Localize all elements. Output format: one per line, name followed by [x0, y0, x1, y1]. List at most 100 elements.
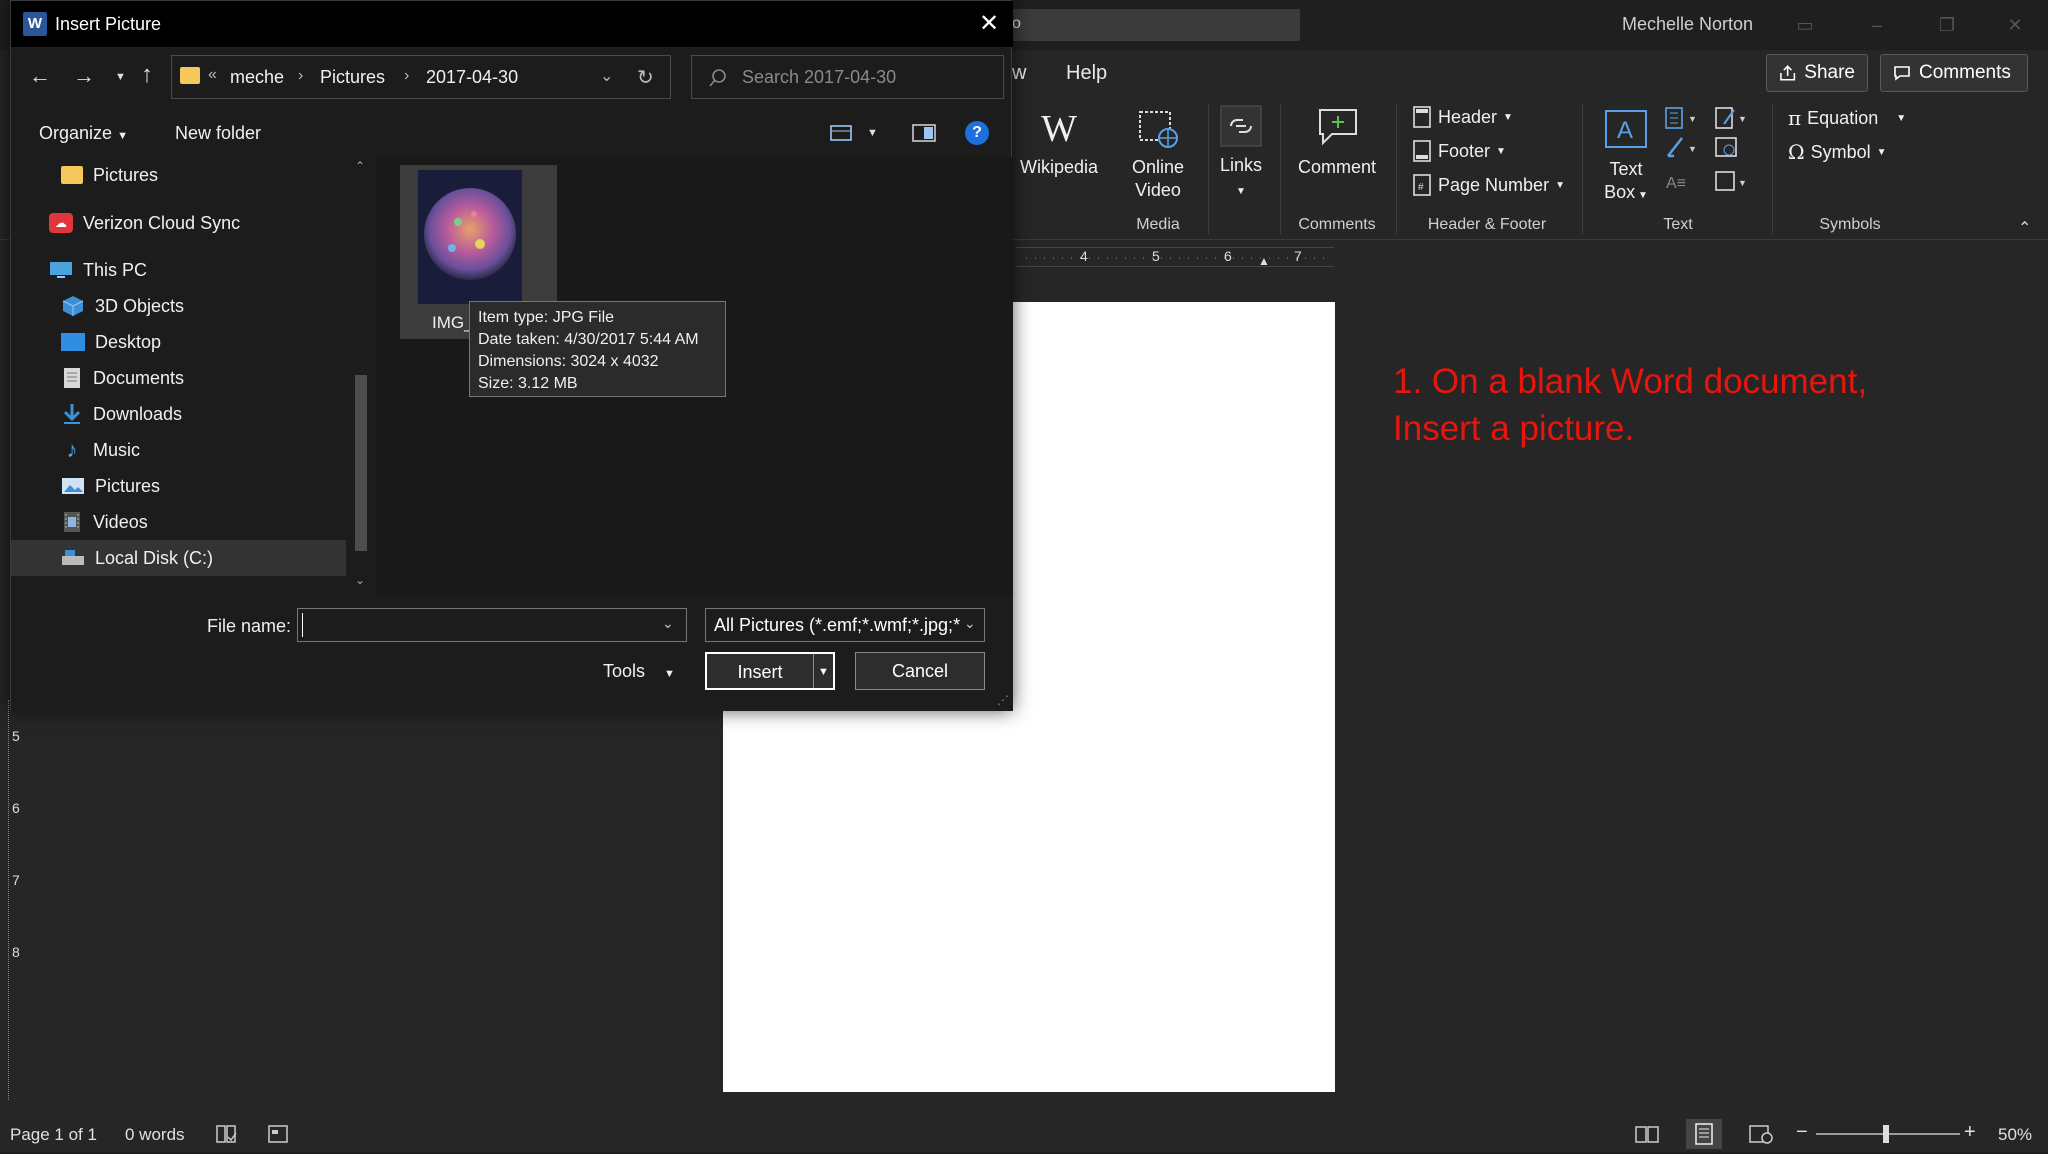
nav-item-pictures-pinned[interactable]: Pictures — [11, 157, 341, 193]
comment-button[interactable]: Comment — [1290, 106, 1384, 179]
text-tools-icons[interactable]: ▼ ▼ ▼ A≡ ▼ — [1664, 104, 1764, 214]
zoom-slider-thumb[interactable] — [1883, 1125, 1889, 1143]
links-dropdown-icon[interactable]: ▼ — [1236, 186, 1246, 197]
tools-button[interactable]: Tools ▼ — [603, 661, 675, 682]
word-count[interactable]: 0 words — [125, 1125, 185, 1145]
collapse-ribbon-icon[interactable]: ⌃ — [2018, 218, 2031, 238]
zoom-out-icon[interactable]: − — [1796, 1121, 1808, 1144]
zoom-in-icon[interactable]: + — [1964, 1121, 1976, 1144]
nav-item-label: Pictures — [95, 475, 161, 496]
change-view-icon[interactable] — [829, 123, 853, 143]
web-layout-icon[interactable] — [1748, 1123, 1774, 1145]
comments-label: Comments — [1919, 62, 2011, 83]
svg-text:▼: ▼ — [1688, 144, 1697, 154]
dialog-close-icon[interactable]: ✕ — [979, 9, 999, 38]
text-box-button[interactable]: A Text Box ▼ — [1598, 108, 1654, 207]
comments-icon — [1894, 66, 1910, 81]
scroll-up-icon[interactable]: ⌃ — [355, 159, 365, 173]
horizontal-ruler[interactable]: 4 5 6 7 ▲ — [1016, 247, 1334, 268]
nav-item-pictures[interactable]: Pictures — [11, 468, 341, 504]
zoom-level[interactable]: 50% — [1998, 1125, 2032, 1145]
restore-icon[interactable]: ❐ — [1932, 10, 1962, 40]
organize-button[interactable]: Organize ▼ — [39, 123, 128, 144]
nav-item-this-pc[interactable]: This PC — [11, 252, 341, 288]
user-name[interactable]: Mechelle Norton — [1622, 14, 1753, 35]
status-bar: Page 1 of 1 0 words − + 50% — [0, 1117, 2048, 1152]
file-name-combobox[interactable]: ⌄ — [297, 608, 687, 642]
macro-recording-icon[interactable] — [266, 1123, 290, 1145]
filter-dropdown-icon[interactable]: ⌄ — [960, 615, 976, 632]
tab-review-partial[interactable]: w — [1012, 62, 1026, 85]
footer-button[interactable]: Footer ▼ — [1412, 140, 1506, 162]
forward-arrow-icon[interactable]: → — [73, 63, 95, 89]
proofing-icon[interactable] — [214, 1123, 238, 1145]
share-button[interactable]: Share — [1766, 54, 1868, 92]
nav-item-verizon-cloud-sync[interactable]: ☁ Verizon Cloud Sync — [11, 205, 341, 241]
header-button[interactable]: Header ▼ — [1412, 106, 1513, 128]
dialog-search-box[interactable]: Search 2017-04-30 — [691, 55, 1004, 99]
file-name-dropdown-icon[interactable]: ⌄ — [662, 615, 674, 632]
up-arrow-icon[interactable]: ↑ — [141, 61, 153, 89]
zoom-slider[interactable] — [1816, 1125, 1960, 1143]
nav-item-music[interactable]: ♪ Music — [11, 432, 341, 468]
right-indent-marker-icon[interactable]: ▲ — [1258, 254, 1270, 268]
nav-item-local-disk[interactable]: Local Disk (C:) — [11, 540, 346, 576]
scroll-down-icon[interactable]: ⌄ — [355, 573, 365, 587]
breadcrumb-overflow-icon[interactable]: « — [208, 66, 217, 84]
resize-grip-icon[interactable]: ⋰ — [997, 693, 1009, 707]
links-button[interactable]: Links ▼ — [1216, 104, 1266, 203]
back-arrow-icon[interactable]: ← — [29, 63, 51, 89]
file-name-input[interactable] — [302, 613, 642, 637]
new-folder-button[interactable]: New folder — [175, 123, 261, 144]
nav-scrollbar[interactable]: ⌃ ⌄ — [351, 157, 371, 597]
word-search-box[interactable]: o — [1000, 9, 1300, 41]
ruler-number: 5 — [1152, 248, 1160, 264]
online-video-button[interactable]: Online Video — [1118, 108, 1198, 202]
insert-button[interactable]: Insert ▼ — [705, 652, 835, 690]
print-layout-view-button[interactable] — [1686, 1119, 1722, 1149]
recent-locations-icon[interactable]: ▼ — [115, 71, 126, 83]
search-icon — [709, 69, 726, 87]
dropdown-arrow-icon: ▼ — [1635, 190, 1648, 201]
dialog-title-bar[interactable]: W Insert Picture ✕ — [11, 1, 1013, 47]
ribbon-separator — [1208, 104, 1209, 234]
read-mode-icon[interactable] — [1634, 1123, 1660, 1145]
nav-scrollbar-thumb[interactable] — [355, 375, 367, 551]
comments-button[interactable]: Comments — [1880, 54, 2028, 92]
address-dropdown-icon[interactable]: ⌄ — [600, 66, 613, 86]
nav-item-documents[interactable]: Documents — [11, 360, 341, 396]
close-window-icon[interactable]: ✕ — [2000, 10, 2030, 40]
breadcrumb-meche[interactable]: meche — [230, 67, 284, 88]
breadcrumb-chevron-icon[interactable]: › — [404, 67, 409, 85]
computer-icon — [50, 262, 72, 278]
nav-item-3d-objects[interactable]: 3D Objects — [11, 288, 341, 324]
minimize-icon[interactable]: – — [1862, 10, 1892, 40]
address-bar[interactable]: « meche › Pictures › 2017-04-30 ⌄ ↻ — [171, 55, 671, 99]
cancel-button[interactable]: Cancel — [855, 652, 985, 690]
annotation-line-2: Insert a picture. — [1393, 409, 1635, 448]
preview-pane-icon[interactable] — [911, 123, 937, 143]
page-number-button[interactable]: # Page Number ▼ — [1412, 174, 1565, 196]
ribbon-display-options-icon[interactable]: ▭ — [1790, 10, 1820, 40]
organize-label: Organize — [39, 123, 113, 143]
help-icon[interactable]: ? — [965, 121, 989, 145]
breadcrumb-pictures[interactable]: Pictures — [320, 67, 385, 88]
online-video-icon — [1139, 111, 1178, 148]
symbol-button[interactable]: Ω Symbol ▼ — [1788, 140, 1887, 164]
file-info-tooltip: Item type: JPG File Date taken: 4/30/201… — [469, 301, 726, 397]
refresh-icon[interactable]: ↻ — [637, 65, 654, 90]
page-count[interactable]: Page 1 of 1 — [10, 1125, 97, 1145]
breadcrumb-date-folder[interactable]: 2017-04-30 — [426, 67, 518, 88]
nav-item-downloads[interactable]: Downloads — [11, 396, 341, 432]
vertical-ruler[interactable]: 5 6 7 8 — [8, 700, 28, 1100]
wikipedia-button[interactable]: W Wikipedia — [1012, 108, 1106, 179]
view-dropdown-icon[interactable]: ▼ — [867, 127, 878, 139]
insert-dropdown-icon[interactable]: ▼ — [813, 654, 833, 688]
tab-help[interactable]: Help — [1066, 62, 1107, 85]
file-type-filter[interactable]: All Pictures (*.emf;*.wmf;*.jpg;* ⌄ — [705, 608, 985, 642]
nav-item-videos[interactable]: Videos — [11, 504, 341, 540]
breadcrumb-chevron-icon[interactable]: › — [298, 67, 303, 85]
nav-item-desktop[interactable]: Desktop — [11, 324, 341, 360]
wikipedia-label: Wikipedia — [1019, 157, 1099, 177]
equation-button[interactable]: π Equation ▼ — [1788, 106, 1906, 130]
